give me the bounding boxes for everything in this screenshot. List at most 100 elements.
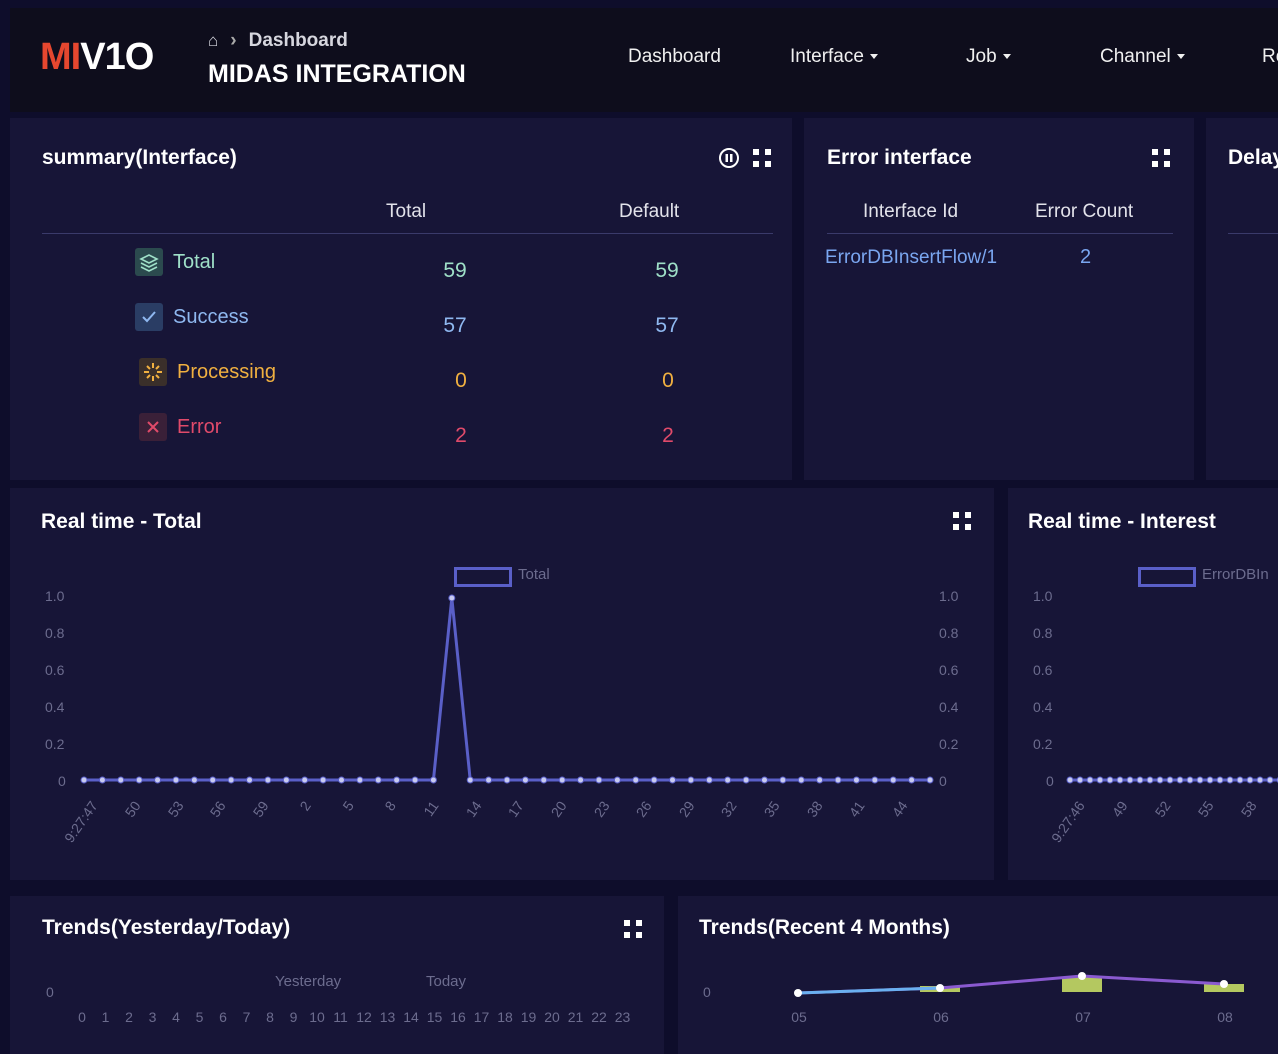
- data-point: [246, 776, 254, 784]
- x-tick: 23: [614, 1009, 631, 1025]
- data-point: [282, 776, 290, 784]
- x-tick: 4: [172, 1009, 180, 1025]
- data-point: [632, 776, 640, 784]
- panel-title: Trends(Yesterday/Today): [42, 916, 291, 939]
- data-point: [356, 776, 364, 784]
- panel-title: Delay: [1228, 146, 1278, 169]
- data-point: [411, 776, 419, 784]
- data-point: [135, 776, 143, 784]
- column-header-default: Default: [619, 201, 680, 222]
- data-point: [1236, 776, 1244, 784]
- data-point: [577, 776, 585, 784]
- column-header-total: Total: [386, 201, 427, 222]
- x-tick: 07: [1075, 1009, 1091, 1025]
- data-point: [1076, 776, 1084, 784]
- data-point: [889, 776, 897, 784]
- data-point: [80, 776, 88, 784]
- x-tick: 20: [544, 1009, 560, 1025]
- point-08: [1220, 980, 1228, 988]
- x-tick: 21: [567, 1009, 584, 1025]
- data-point: [558, 776, 566, 784]
- data-point: [779, 776, 787, 784]
- panel-title: summary(Interface): [42, 146, 237, 169]
- breadcrumb: ⌂ › Dashboard: [208, 30, 348, 52]
- data-point: [1266, 776, 1274, 784]
- nav-report[interactable]: Re: [1262, 46, 1278, 68]
- expand-icon[interactable]: [1152, 149, 1170, 167]
- data-point: [190, 776, 198, 784]
- expand-icon[interactable]: [753, 149, 771, 167]
- nav-job[interactable]: Job: [966, 46, 1011, 68]
- legend-yesterday[interactable]: Yesterday: [275, 973, 341, 990]
- x-tick: 08: [1217, 1009, 1233, 1025]
- data-point: [301, 776, 309, 784]
- data-point: [264, 776, 272, 784]
- point-07: [1078, 972, 1086, 980]
- data-point: [540, 776, 548, 784]
- x-tick: 15: [426, 1009, 443, 1025]
- realtime-total-panel: Real time - Total Total 1.0 0.8 0.6 0.4 0.2 0…: [10, 488, 994, 880]
- realtime-interest-panel: Real time - Interest ErrorDBIn 1.0 0.8 0.6…: [1008, 488, 1278, 880]
- nav-dashboard[interactable]: Dashboard: [628, 46, 721, 68]
- page-title: MIDAS INTEGRATION: [208, 60, 466, 88]
- success-total-value: 57: [443, 314, 467, 337]
- data-point: [595, 776, 603, 784]
- summary-panel: summary(Interface) Total Default Total 5…: [10, 118, 792, 480]
- row-label-error: Error: [177, 416, 222, 438]
- x-tick: 18: [497, 1009, 513, 1025]
- data-point: [98, 776, 106, 784]
- x-tick: 19: [520, 1009, 537, 1025]
- home-icon[interactable]: ⌂: [208, 31, 218, 50]
- nav-channel[interactable]: Channel: [1100, 46, 1185, 68]
- nav-interface[interactable]: Interface: [790, 46, 878, 68]
- caret-down-icon: [1176, 54, 1185, 60]
- data-point: [521, 776, 529, 784]
- data-point: [503, 776, 511, 784]
- data-point: [1216, 776, 1224, 784]
- app-logo[interactable]: MIV1O: [40, 36, 154, 79]
- success-default-value: 57: [655, 314, 679, 337]
- line-chart: [1066, 776, 1278, 784]
- trends-day-panel: Trends(Yesterday/Today) Yesterday Today …: [10, 896, 664, 1054]
- line-chart: [80, 594, 934, 784]
- data-point: [908, 776, 916, 784]
- row-label-success: Success: [173, 306, 249, 328]
- data-point: [1206, 776, 1214, 784]
- error-interface-link[interactable]: ErrorDBInsertFlow/1: [825, 247, 997, 269]
- data-point: [1186, 776, 1194, 784]
- column-header-error-count: Error Count: [1035, 201, 1134, 222]
- data-point: [871, 776, 879, 784]
- breadcrumb-current[interactable]: Dashboard: [249, 30, 348, 51]
- x-tick: 12: [356, 1009, 372, 1025]
- data-point: [117, 776, 125, 784]
- data-point: [337, 776, 345, 784]
- data-point: [1086, 776, 1094, 784]
- layers-icon: [135, 248, 163, 276]
- data-point: [1066, 776, 1074, 784]
- data-point: [393, 776, 401, 784]
- legend-today[interactable]: Today: [426, 973, 466, 990]
- trend-line-blue: [797, 986, 941, 995]
- delay-panel: Delay: [1206, 118, 1278, 480]
- spinner-icon: [139, 358, 167, 386]
- data-point: [1226, 776, 1234, 784]
- data-point: [669, 776, 677, 784]
- data-point: [613, 776, 621, 784]
- x-tick: 0: [78, 1009, 86, 1025]
- data-point: [1096, 776, 1104, 784]
- trends-month-panel: Trends(Recent 4 Months) 0 05 06 07 08: [678, 896, 1278, 1054]
- data-point: [705, 776, 713, 784]
- data-point: [1246, 776, 1254, 784]
- error-total-value: 2: [455, 424, 467, 447]
- panel-title: Error interface: [827, 146, 972, 169]
- y-tick: 0: [46, 984, 54, 1000]
- divider: [1228, 233, 1278, 234]
- pause-icon[interactable]: [718, 147, 740, 169]
- total-total-value: 59: [443, 259, 467, 282]
- processing-default-value: 0: [662, 369, 674, 392]
- close-icon: [139, 413, 167, 441]
- expand-icon[interactable]: [624, 920, 642, 938]
- check-icon: [135, 303, 163, 331]
- data-point: [154, 776, 162, 784]
- x-tick: 17: [473, 1009, 490, 1025]
